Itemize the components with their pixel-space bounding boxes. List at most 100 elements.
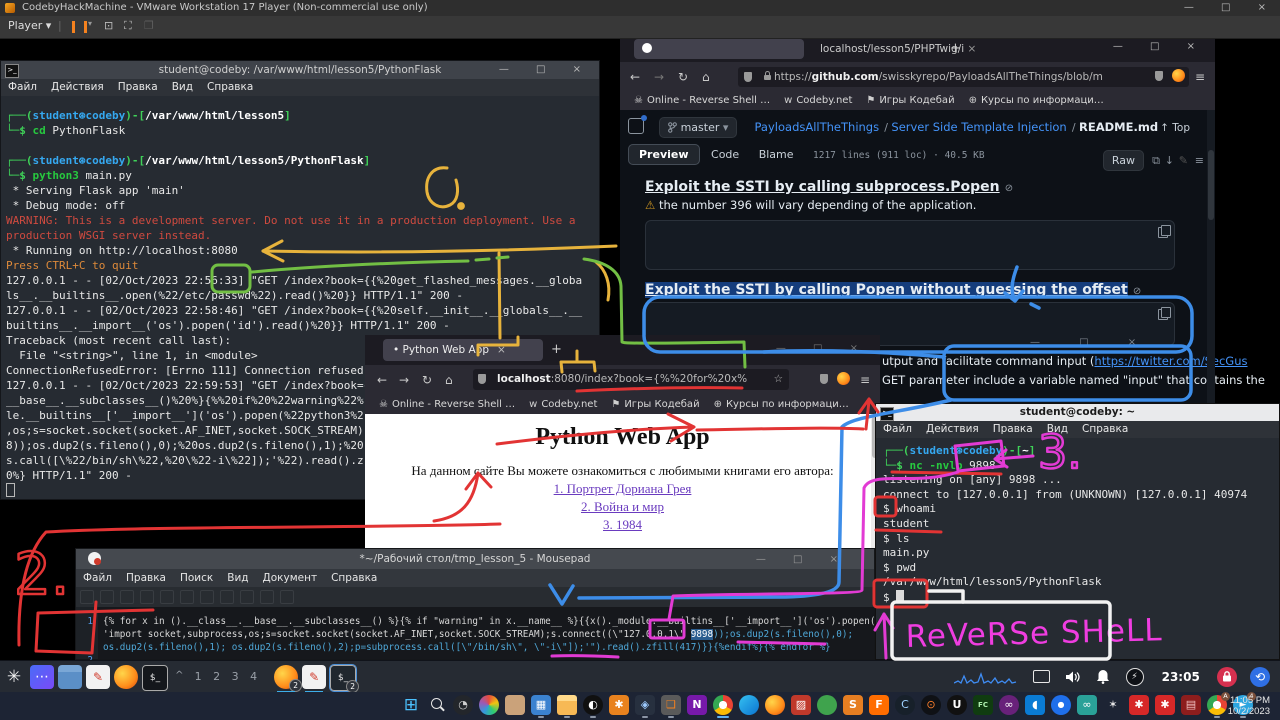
tab-python-web-app[interactable]: • Python Web App× (383, 339, 543, 361)
chrome-profile-app-icon[interactable]: A (1207, 695, 1227, 715)
scrollbar[interactable] (1207, 110, 1215, 403)
sublime-app-icon[interactable]: S (843, 695, 863, 715)
url-bar[interactable]: https://github.com/swisskyrepo/PayloadsA… (738, 67, 1189, 87)
new-tab-button[interactable]: + (551, 342, 562, 357)
firefox-app-icon[interactable] (114, 665, 138, 689)
bookmark-item[interactable]: ☠Online - Reverse Shell … (634, 95, 770, 106)
secgus-twitter-link[interactable]: https://twitter.com/SecGus (1094, 354, 1247, 368)
pocket-shield-icon[interactable] (1155, 70, 1163, 84)
green-app-icon[interactable] (817, 695, 837, 715)
red-tool-app-icon[interactable]: ▤ (1181, 695, 1201, 715)
toolbar-icon[interactable] (120, 590, 134, 604)
pause-dropdown-icon[interactable]: ▾ (88, 19, 92, 28)
back-to-top-link[interactable]: ↑ Top (1160, 122, 1190, 134)
bookmark-item[interactable]: ⊕Курсы по информаци… (969, 95, 1104, 106)
teal-infinity-app-icon[interactable]: ∞ (1077, 695, 1097, 715)
anchor-link-icon[interactable]: ⊘ (1005, 183, 1013, 194)
book-link-2[interactable]: 2. Война и мир (365, 499, 880, 515)
home-icon[interactable]: ⌂ (702, 70, 710, 84)
color-wheel-app-icon[interactable] (479, 695, 499, 715)
bookmark-star-icon[interactable]: ☆ (774, 369, 783, 390)
tab-code[interactable]: Code (703, 145, 747, 164)
tab-preview[interactable]: Preview (628, 144, 700, 165)
red-gear2-app-icon[interactable]: ✱ (1155, 695, 1175, 715)
launcher-expand-icon[interactable]: ^ (175, 670, 183, 681)
terminal-window-group-icon[interactable]: $_2 (330, 665, 356, 691)
copy-code-icon[interactable] (1158, 309, 1168, 320)
screen-lock-icon[interactable] (1217, 667, 1237, 687)
outline-icon[interactable]: ≡ (1195, 154, 1204, 167)
chrome-app-icon[interactable] (713, 695, 733, 715)
copy-code-icon[interactable] (1158, 227, 1168, 238)
menu-item[interactable]: Вид (172, 81, 193, 93)
menu-item[interactable]: Правка (993, 423, 1033, 435)
menu-item[interactable]: Действия (926, 423, 979, 435)
volume-icon[interactable] (1065, 670, 1081, 684)
toolbar-icon[interactable] (140, 590, 154, 604)
kali-menu-icon[interactable]: ✳ (2, 665, 26, 689)
files-app-icon[interactable]: ⋯ (30, 665, 54, 689)
windows-clock[interactable]: 11:05 PM10/2/2023 (1228, 695, 1270, 717)
mousepad-titlebar[interactable]: *~/Рабочий стол/tmp_lesson_5 - Mousepad … (76, 549, 874, 569)
close-tab-icon[interactable]: × (497, 344, 506, 356)
menu-item[interactable]: Правка (118, 81, 158, 93)
unreal-app-icon[interactable]: U (947, 695, 967, 715)
branch-selector[interactable]: master ▾ (659, 117, 737, 138)
vmware-window-controls[interactable]: — □ × (1184, 0, 1278, 16)
raw-button[interactable]: Raw (1103, 150, 1144, 171)
bookmark-item[interactable]: ⚑Игры Кодебай (611, 399, 699, 410)
back-icon[interactable]: ← (377, 373, 387, 387)
tracking-shield-icon[interactable] (478, 374, 486, 384)
bookmark-item[interactable]: wCodeby.net (529, 399, 597, 410)
new-tab-button[interactable]: + (950, 41, 961, 56)
menu-item[interactable]: Документ (263, 572, 318, 584)
hamburger-menu-icon[interactable]: ≡ (860, 373, 870, 387)
firefox-account-icon[interactable] (837, 372, 850, 388)
mousepad-editor[interactable]: 12 {% for x in ().__class__.__base__.__s… (76, 607, 874, 659)
windows-search-icon[interactable] (427, 695, 447, 715)
menu-item[interactable]: Действия (51, 81, 104, 93)
power-manager-icon[interactable]: ⚡ (1126, 668, 1144, 686)
cinema4d-app-icon[interactable]: C (895, 695, 915, 715)
menu-item[interactable]: Вид (1047, 423, 1068, 435)
book-link-1[interactable]: 1. Портрет Дориана Грея (365, 481, 880, 497)
portrait-app-icon[interactable] (505, 695, 525, 715)
toolbar-icon[interactable] (200, 590, 214, 604)
firefox-account-icon[interactable] (1172, 69, 1185, 85)
toolbar-icon[interactable] (260, 590, 274, 604)
vscode-app-icon[interactable]: ◖ (1025, 695, 1045, 715)
file-manager-icon[interactable] (58, 665, 82, 689)
tab-blame[interactable]: Blame (751, 145, 802, 164)
toolbar-icon[interactable] (280, 590, 294, 604)
menu-item[interactable]: Вид (227, 572, 248, 584)
terminal-titlebar[interactable]: >_ student@codeby: /var/www/html/lesson5… (1, 61, 599, 79)
mousepad-window-controls[interactable]: — □ × (756, 550, 850, 570)
toolbar-icon[interactable] (220, 590, 234, 604)
terminal-app-icon[interactable]: $_ (142, 665, 168, 691)
back-icon[interactable]: ← (630, 70, 640, 84)
mousepad-app-icon[interactable]: ✎ (86, 665, 110, 689)
fullscreen-icon[interactable]: ⛶ (124, 19, 132, 33)
player-menu[interactable]: Player ▾ (8, 19, 51, 32)
file-explorer-icon[interactable] (557, 695, 577, 715)
home-icon[interactable]: ⌂ (445, 373, 453, 387)
orange-gear-app-icon[interactable]: ✱ (609, 695, 629, 715)
calendar-app-icon[interactable]: ▦ (531, 695, 551, 715)
forward-icon[interactable]: → (399, 373, 409, 387)
windows-start-icon[interactable]: ⊞ (401, 695, 421, 715)
breadcrumb-repo[interactable]: PayloadsAllTheThings (755, 120, 880, 134)
blender-app-icon[interactable]: ⊙ (921, 695, 941, 715)
send-ctrlaltdel-icon[interactable]: ⊡ (104, 19, 113, 32)
terminal-window-controls[interactable]: — □ × (499, 61, 593, 79)
bookmark-item[interactable]: wCodeby.net (784, 95, 852, 106)
menu-item[interactable]: Поиск (180, 572, 213, 584)
gauge-app-icon[interactable]: ◔ (453, 695, 473, 715)
notification-bell-icon[interactable] (1096, 669, 1110, 684)
tab-payloadsallthethings[interactable]: PayloadsAllTheThings/Se× (634, 39, 804, 59)
github-code-block-1[interactable]: {{''.__class__.mro()[1].__subclasses__()… (645, 220, 1175, 270)
menu-item[interactable]: Файл (883, 423, 912, 435)
menu-item[interactable]: Файл (83, 572, 112, 584)
firefox-window-group-icon[interactable]: 2 (274, 665, 298, 689)
forward-icon[interactable]: → (654, 70, 664, 84)
sidebar-toggle-icon[interactable] (628, 118, 644, 134)
